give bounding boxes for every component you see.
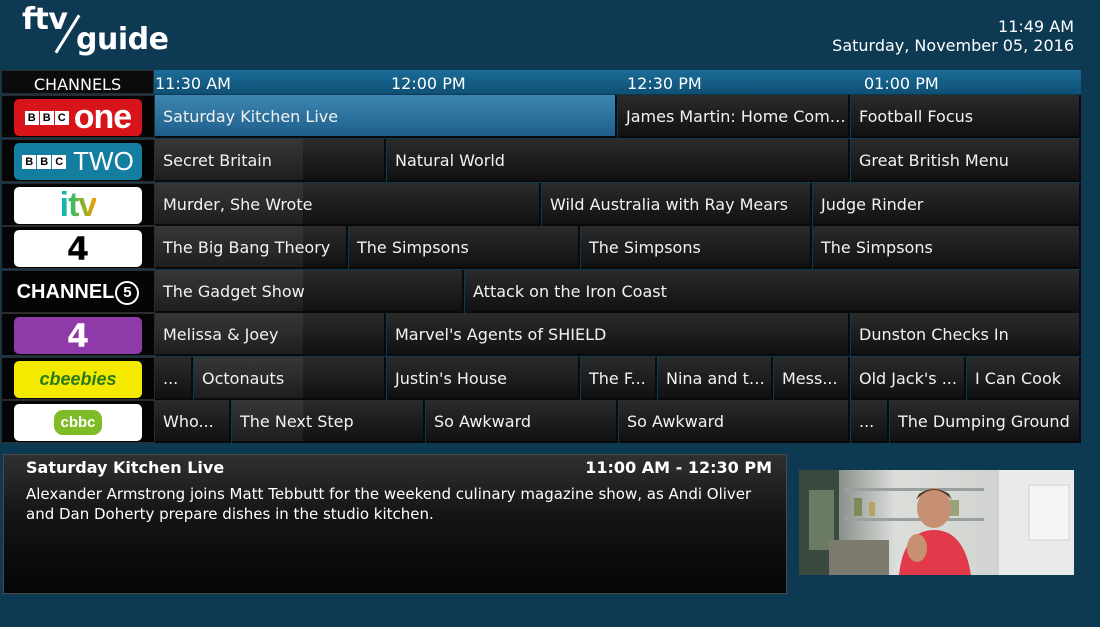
channel-cell[interactable]: itv [1, 183, 155, 226]
programme-cell[interactable]: Octonauts [194, 357, 386, 400]
channel-row-cbbc: cbbc Who... The Next Step So Awkward So … [1, 400, 1081, 443]
programme-thumbnail [799, 470, 1074, 575]
programme-info-panel: Saturday Kitchen Live 11:00 AM - 12:30 P… [3, 454, 787, 594]
programme-cell[interactable]: So Awkward [426, 400, 618, 443]
programme-cell[interactable]: The Dumping Ground [890, 400, 1081, 443]
clock: 11:49 AM Saturday, November 05, 2016 [832, 17, 1074, 55]
programme-cell[interactable]: The Big Bang Theory [155, 226, 348, 269]
programme-cell[interactable]: The F... [581, 357, 657, 400]
info-time: 11:00 AM - 12:30 PM [585, 458, 772, 477]
channel-row-bbc-one: BBC one Saturday Kitchen Live James Mart… [1, 95, 1081, 138]
channel-row-cbeebies: cbeebies ... Octonauts Justin's House Th… [1, 357, 1081, 400]
programme-cell[interactable]: Secret Britain [155, 139, 386, 182]
channel-row-channel-5: CHANNEL 5 The Gadget Show Attack on the I… [1, 270, 1081, 313]
channel-cell[interactable]: CHANNEL 5 [1, 270, 155, 313]
logo-top-text: ftv [22, 2, 68, 37]
programme-cell[interactable]: James Martin: Home Comfort... [618, 95, 850, 138]
programme-cell[interactable]: Dunston Checks In [851, 313, 1081, 356]
programme-cell[interactable]: Wild Australia with Ray Mears [542, 183, 812, 226]
time-slot-3: 12:30 PM [627, 74, 702, 93]
thumbnail-image [799, 470, 1074, 575]
programme-cell[interactable]: Natural World [387, 139, 850, 182]
channel-cell[interactable]: BBC one [1, 95, 155, 138]
channel-cell[interactable]: cbeebies [1, 357, 155, 400]
logo-bottom-text: guide [76, 22, 169, 57]
programme-cell[interactable]: Football Focus [851, 95, 1081, 138]
programme-cell[interactable]: Great British Menu [851, 139, 1081, 182]
programme-cell[interactable]: Who... [155, 400, 231, 443]
clock-date: Saturday, November 05, 2016 [832, 36, 1074, 55]
channel-cell[interactable]: cbbc [1, 400, 155, 443]
bbc-two-logo: BBC TWO [14, 143, 142, 180]
itv-logo: itv [14, 187, 142, 224]
channel-row-e4: 4 Melissa & Joey Marvel's Agents of SHIE… [1, 313, 1081, 356]
time-slot-1: 11:30 AM [155, 74, 231, 93]
programme-cell[interactable]: Murder, She Wrote [155, 183, 541, 226]
programme-cell[interactable]: The Simpsons [581, 226, 812, 269]
programme-cell[interactable]: Justin's House [387, 357, 580, 400]
info-description: Alexander Armstrong joins Matt Tebbutt f… [26, 485, 752, 523]
programme-cell[interactable]: The Gadget Show [155, 270, 464, 313]
timeline-bar: 11:30 AM 12:00 PM 12:30 PM 01:00 PM [154, 70, 1081, 94]
channel-row-bbc-two: BBC TWO Secret Britain Natural World Gre… [1, 139, 1081, 182]
programme-cell[interactable]: Attack on the Iron Coast [465, 270, 1081, 313]
programme-cell[interactable]: Judge Rinder [813, 183, 1081, 226]
info-title: Saturday Kitchen Live [26, 458, 225, 477]
programme-cell[interactable]: The Simpsons [349, 226, 580, 269]
time-slot-2: 12:00 PM [391, 74, 466, 93]
bbc-one-logo: BBC one [14, 99, 142, 136]
channel-cell[interactable]: BBC TWO [1, 139, 155, 182]
cbeebies-logo: cbeebies [14, 361, 142, 398]
channel-cell[interactable]: 4 [1, 313, 155, 356]
programme-cell[interactable]: Melissa & Joey [155, 313, 386, 356]
cbbc-logo: cbbc [14, 404, 142, 441]
clock-time: 11:49 AM [998, 17, 1074, 36]
programme-cell[interactable]: Nina and th... [658, 357, 773, 400]
channel-row-itv: itv Murder, She Wrote Wild Australia wit… [1, 183, 1081, 226]
channels-header: CHANNELS [1, 70, 154, 94]
programme-cell[interactable]: Mess... [774, 357, 850, 400]
programme-cell[interactable]: Marvel's Agents of SHIELD [387, 313, 850, 356]
programme-cell[interactable]: Old Jack's ... [851, 357, 966, 400]
channel-cell[interactable]: 4 [1, 226, 155, 269]
e4-logo: 4 [14, 317, 142, 354]
time-slot-4: 01:00 PM [864, 74, 939, 93]
programme-cell[interactable]: Saturday Kitchen Live [155, 95, 617, 138]
ftv-guide-logo: ftv guide [20, 2, 170, 64]
channel-4-logo: 4 [14, 230, 142, 267]
programme-cell[interactable]: The Next Step [232, 400, 425, 443]
channel-row-channel-4: 4 The Big Bang Theory The Simpsons The S… [1, 226, 1081, 269]
programme-cell[interactable]: The Simpsons [813, 226, 1081, 269]
programme-cell[interactable]: ... [851, 400, 889, 443]
programme-cell[interactable]: So Awkward [619, 400, 850, 443]
channel-5-logo: CHANNEL 5 [14, 274, 142, 311]
programme-cell[interactable]: I Can Cook [967, 357, 1081, 400]
epg-grid: CHANNELS 11:30 AM 12:00 PM 12:30 PM 01:0… [1, 70, 1083, 444]
programme-cell[interactable]: ... [155, 357, 193, 400]
